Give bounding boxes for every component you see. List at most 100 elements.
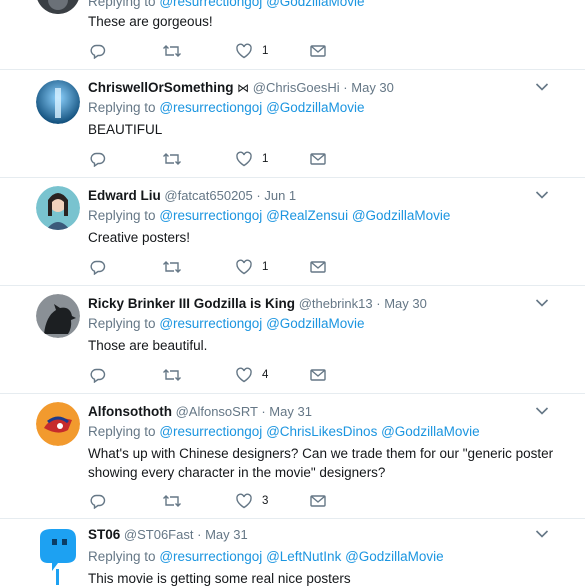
username[interactable]: @fatcat650205: [164, 188, 252, 203]
username[interactable]: @ChrisGoesHi: [253, 80, 340, 95]
tweet-text: BEAUTIFUL: [88, 122, 163, 137]
like-icon: [236, 259, 252, 275]
tweet-date[interactable]: May 30: [384, 296, 427, 311]
dm-button[interactable]: [310, 150, 326, 168]
retweet-icon: [163, 261, 181, 273]
like-count: 1: [262, 45, 269, 57]
replying-to-label: Replying to: [88, 549, 156, 564]
reply-button[interactable]: [90, 42, 106, 60]
like-button[interactable]: 3: [235, 492, 268, 510]
reply-button[interactable]: [90, 258, 106, 276]
like-count: 1: [262, 261, 269, 273]
avatar[interactable]: [36, 0, 80, 14]
display-name[interactable]: Alfonsothoth: [88, 404, 172, 419]
dm-icon: [310, 45, 326, 57]
reply-button[interactable]: [90, 150, 106, 168]
replying-to: Replying to @resurrectiongoj @GodzillaMo…: [88, 0, 365, 9]
tweet-text: What's up with Chinese designers? Can we…: [88, 444, 558, 482]
avatar[interactable]: [36, 186, 80, 230]
tweet-date[interactable]: May 30: [351, 80, 394, 95]
avatar[interactable]: [36, 402, 80, 446]
replying-to: Replying to @resurrectiongoj @ChrisLikes…: [88, 424, 480, 439]
reply-icon: [90, 44, 106, 59]
tweet-reply[interactable]: ST06 @ST06Fast · May 31 Replying to @res…: [0, 519, 585, 586]
retweet-icon: [163, 45, 181, 57]
avatar[interactable]: [36, 525, 80, 585]
chevron-down-icon[interactable]: [535, 406, 549, 416]
like-icon: [236, 43, 252, 59]
chevron-down-icon[interactable]: [535, 190, 549, 200]
dm-button[interactable]: [310, 492, 326, 510]
dm-button[interactable]: [310, 258, 326, 276]
username[interactable]: @thebrink13: [299, 296, 373, 311]
tweet-date[interactable]: May 31: [205, 527, 248, 542]
dm-button[interactable]: [310, 366, 326, 384]
mention-link[interactable]: @GodzillaMovie: [266, 0, 365, 9]
tweet-actions: 4: [90, 366, 350, 384]
mention-link[interactable]: @GodzillaMovie: [381, 424, 480, 439]
retweet-button[interactable]: [162, 150, 182, 168]
mention-link[interactable]: @resurrectiongoj: [159, 316, 262, 331]
display-name[interactable]: ST06: [88, 527, 120, 542]
mention-link[interactable]: @resurrectiongoj: [159, 208, 262, 223]
mention-link[interactable]: @resurrectiongoj: [159, 0, 262, 9]
tweet-header: Ricky Brinker III Godzilla is King @theb…: [88, 296, 427, 311]
reply-button[interactable]: [90, 492, 106, 510]
mention-link[interactable]: @RealZensui: [266, 208, 348, 223]
replying-to: Replying to @resurrectiongoj @GodzillaMo…: [88, 100, 365, 115]
like-button[interactable]: 1: [235, 258, 268, 276]
avatar[interactable]: [36, 80, 80, 124]
reply-button[interactable]: [90, 366, 106, 384]
mention-link[interactable]: @resurrectiongoj: [159, 424, 262, 439]
tweet-date[interactable]: Jun 1: [264, 188, 296, 203]
username[interactable]: @AlfonsoSRT: [176, 404, 258, 419]
chevron-down-icon[interactable]: [535, 82, 549, 92]
display-name[interactable]: Ricky Brinker III Godzilla is King: [88, 296, 295, 311]
mention-link[interactable]: @LeftNutInk: [266, 549, 341, 564]
reply-icon: [90, 152, 106, 167]
retweet-button[interactable]: [162, 42, 182, 60]
like-button[interactable]: 4: [235, 366, 268, 384]
display-name[interactable]: ChriswellOrSomething: [88, 80, 234, 95]
replying-to-label: Replying to: [88, 0, 156, 9]
tweet-reply[interactable]: ChriswellOrSomething ⋈ @ChrisGoesHi · Ma…: [0, 70, 585, 178]
mention-link[interactable]: @ChrisLikesDinos: [266, 424, 377, 439]
mention-link[interactable]: @GodzillaMovie: [352, 208, 451, 223]
mention-link[interactable]: @GodzillaMovie: [266, 100, 365, 115]
mention-link[interactable]: @GodzillaMovie: [345, 549, 444, 564]
retweet-icon: [163, 153, 181, 165]
like-button[interactable]: 1: [235, 150, 268, 168]
separator-dot: ·: [256, 188, 261, 203]
retweet-icon: [163, 369, 181, 381]
retweet-button[interactable]: [162, 258, 182, 276]
tweet-date[interactable]: May 31: [269, 404, 312, 419]
like-button[interactable]: 1: [235, 42, 268, 60]
tweet-text: Creative posters!: [88, 230, 191, 245]
replying-to: Replying to @resurrectiongoj @GodzillaMo…: [88, 316, 365, 331]
like-icon: [236, 493, 252, 509]
chevron-down-icon[interactable]: [535, 529, 549, 539]
mention-link[interactable]: @resurrectiongoj: [159, 100, 262, 115]
chevron-down-icon[interactable]: [535, 298, 549, 308]
like-icon: [236, 367, 252, 383]
mention-link[interactable]: @GodzillaMovie: [266, 316, 365, 331]
display-name[interactable]: Edward Liu: [88, 188, 161, 203]
replying-to: Replying to @resurrectiongoj @LeftNutInk…: [88, 549, 444, 564]
tweet-reply[interactable]: Edward Liu @fatcat650205 · Jun 1 Replyin…: [0, 178, 585, 286]
retweet-button[interactable]: [162, 366, 182, 384]
separator-dot: ·: [376, 296, 381, 311]
username[interactable]: @ST06Fast: [124, 527, 194, 542]
name-emoji: ⋈: [237, 81, 250, 95]
tweet-reply[interactable]: Ricky Brinker III Godzilla is King @theb…: [0, 286, 585, 394]
dm-icon: [310, 153, 326, 165]
avatar[interactable]: [36, 294, 80, 338]
tweet-text-line: What's up with Chinese designers? Can we…: [88, 446, 554, 461]
retweet-button[interactable]: [162, 492, 182, 510]
tweet-header: ChriswellOrSomething ⋈ @ChrisGoesHi · Ma…: [88, 80, 394, 95]
tweet-actions: 1: [90, 150, 350, 168]
replying-to: Replying to @resurrectiongoj @RealZensui…: [88, 208, 450, 223]
dm-button[interactable]: [310, 42, 326, 60]
mention-link[interactable]: @resurrectiongoj: [159, 549, 262, 564]
tweet-reply[interactable]: Alfonsothoth @AlfonsoSRT · May 31 Replyi…: [0, 394, 585, 519]
tweet-reply[interactable]: Replying to @resurrectiongoj @GodzillaMo…: [0, 0, 585, 70]
